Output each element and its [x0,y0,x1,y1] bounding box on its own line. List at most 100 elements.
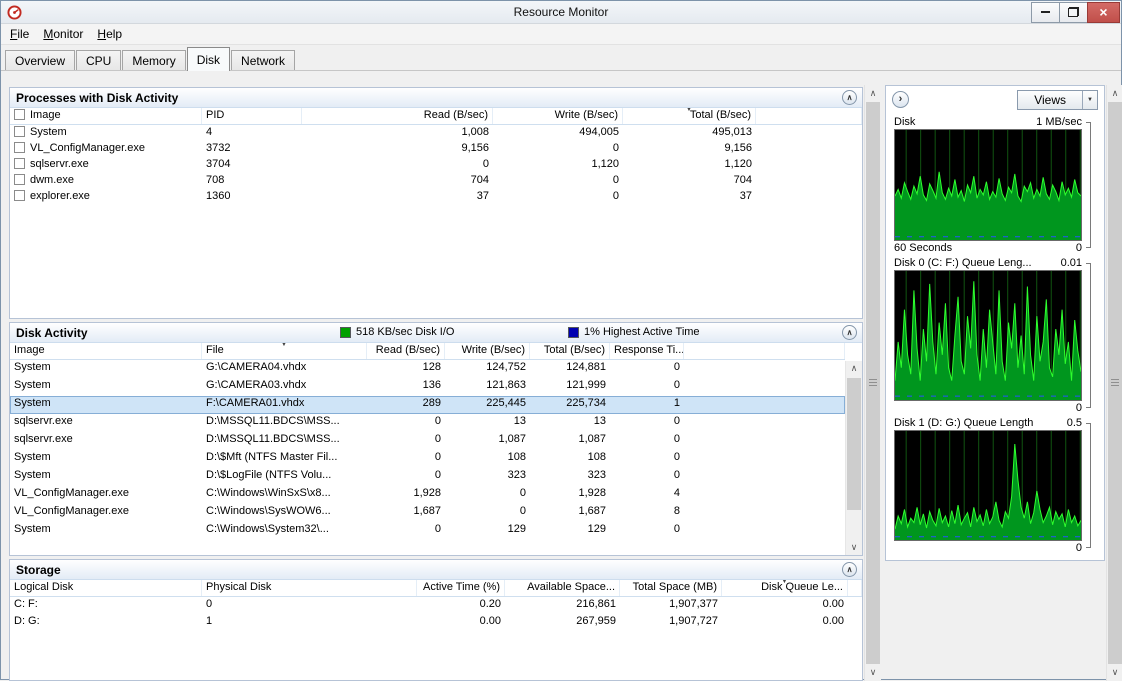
collapse-charts-button[interactable]: › [892,91,909,108]
tab-network[interactable]: Network [231,50,295,70]
menu-item-file[interactable]: File [3,25,36,43]
table-cell: 0 [367,468,445,486]
column-header[interactable]: Disk Queue Le...▼ [722,580,848,596]
table-row[interactable]: sqlservr.exe370401,1201,120 [10,157,862,173]
processes-panel-header[interactable]: Processes with Disk Activity ∧ [10,88,862,108]
table-cell: 0 [610,522,684,540]
collapse-panel-button[interactable]: ∧ [842,90,857,105]
table-cell: 0 [445,504,530,522]
column-header[interactable]: Write (B/sec) [445,343,530,359]
table-row[interactable]: sqlservr.exeD:\MSSQL11.BDCS\MSS...01,087… [10,432,845,450]
column-header[interactable]: Total (B/sec)▼ [623,108,756,124]
minimize-button[interactable] [1031,2,1060,23]
charts-scrollbar[interactable]: ∧ ∨ [1106,85,1122,681]
scroll-down-arrow[interactable]: ∨ [846,540,862,555]
table-cell: 323 [530,468,610,486]
close-button[interactable]: × [1087,2,1120,23]
table-cell: 124,881 [530,360,610,378]
table-cell: explorer.exe [10,189,202,205]
column-header[interactable]: Available Space... [505,580,620,596]
sort-indicator-icon: ▼ [686,108,692,114]
disk-table-scrollbar[interactable]: ∧ ∨ [845,361,862,555]
table-cell: 216,861 [505,597,620,614]
table-cell: 704 [302,173,493,189]
table-cell: System [10,125,202,141]
tab-memory[interactable]: Memory [122,50,185,70]
table-row[interactable]: System41,008494,005495,013 [10,125,862,141]
collapse-panel-button[interactable]: ∧ [842,562,857,577]
table-cell: 0 [610,414,684,432]
table-row[interactable]: SystemD:\$Mft (NTFS Master Fil...0108108… [10,450,845,468]
column-header[interactable]: Physical Disk [202,580,417,596]
table-row[interactable]: explorer.exe136037037 [10,189,862,205]
column-header[interactable]: File▼ [202,343,367,359]
table-row[interactable]: SystemG:\CAMERA03.vhdx136121,863121,9990 [10,378,845,396]
disk-io-swatch-icon [340,327,351,338]
main-scrollbar[interactable]: ∧ ∨ [864,85,881,681]
table-cell: 108 [530,450,610,468]
table-row[interactable]: sqlservr.exeD:\MSSQL11.BDCS\MSS...013130 [10,414,845,432]
row-checkbox[interactable] [14,126,25,137]
table-row[interactable]: D: G:10.00267,9591,907,7270.00 [10,614,862,631]
scroll-up-arrow[interactable]: ∧ [865,85,881,102]
row-checkbox[interactable] [14,158,25,169]
scrollbar-thumb[interactable] [1108,102,1122,664]
column-header[interactable]: Read (B/sec) [302,108,493,124]
column-header[interactable]: Response Ti... [610,343,684,359]
table-cell: 1,087 [445,432,530,450]
table-cell: 0 [493,173,623,189]
column-header[interactable]: Image [10,343,202,359]
table-header: ImagePIDRead (B/sec)Write (B/sec)Total (… [10,108,862,125]
chevron-up-icon: ∧ [847,329,853,337]
table-row[interactable]: VL_ConfigManager.exe37329,15609,156 [10,141,862,157]
scroll-up-arrow[interactable]: ∧ [1107,85,1122,102]
tab-overview[interactable]: Overview [5,50,75,70]
table-cell: 37 [623,189,756,205]
table-cell: 708 [202,173,302,189]
select-all-checkbox[interactable] [14,109,25,120]
scrollbar-thumb[interactable] [866,102,880,664]
table-cell: 0 [493,189,623,205]
table-row[interactable]: dwm.exe7087040704 [10,173,862,189]
row-checkbox[interactable] [14,142,25,153]
views-button[interactable]: Views ▼ [1017,90,1098,110]
row-checkbox[interactable] [14,174,25,185]
table-row[interactable]: C: F:00.20216,8611,907,3770.00 [10,597,862,614]
tab-cpu[interactable]: CPU [76,50,121,70]
maximize-button[interactable] [1059,2,1088,23]
scroll-up-arrow[interactable]: ∧ [846,361,862,376]
column-header[interactable]: Total (B/sec) [530,343,610,359]
column-header[interactable]: Write (B/sec) [493,108,623,124]
table-row[interactable]: SystemC:\Windows\System32\...01291290 [10,522,845,540]
scrollbar-thumb[interactable] [847,378,861,510]
table-cell: 9,156 [302,141,493,157]
table-cell: 9,156 [623,141,756,157]
scroll-down-arrow[interactable]: ∨ [1107,664,1122,681]
menu-item-monitor[interactable]: Monitor [36,25,90,43]
table-row[interactable]: SystemG:\CAMERA04.vhdx128124,752124,8810 [10,360,845,378]
table-cell: D:\$LogFile (NTFS Volu... [202,468,367,486]
column-header[interactable]: Logical Disk [10,580,202,596]
column-header[interactable]: Image [10,108,202,124]
column-header[interactable]: Total Space (MB) [620,580,722,596]
storage-panel-header[interactable]: Storage ∧ [10,560,862,580]
table-cell: 0 [610,468,684,486]
column-header[interactable]: Read (B/sec) [367,343,445,359]
column-header[interactable]: PID [202,108,302,124]
table-row[interactable]: SystemF:\CAMERA01.vhdx289225,445225,7341 [10,396,845,414]
row-checkbox[interactable] [14,190,25,201]
scroll-down-arrow[interactable]: ∨ [865,664,881,681]
table-row[interactable]: SystemD:\$LogFile (NTFS Volu...03233230 [10,468,845,486]
column-header[interactable]: Active Time (%) [417,580,505,596]
collapse-panel-button[interactable]: ∧ [842,325,857,340]
table-cell: VL_ConfigManager.exe [10,141,202,157]
close-icon: × [1099,5,1107,19]
table-cell: 128 [367,360,445,378]
table-cell: 495,013 [623,125,756,141]
menu-item-help[interactable]: Help [90,25,129,43]
table-row[interactable]: VL_ConfigManager.exeC:\Windows\WinSxS\x8… [10,486,845,504]
tab-disk[interactable]: Disk [187,47,230,71]
table-cell: 267,959 [505,614,620,631]
disk-activity-panel-header[interactable]: Disk Activity 518 KB/sec Disk I/O 1% Hig… [10,323,862,343]
table-row[interactable]: VL_ConfigManager.exeC:\Windows\SysWOW6..… [10,504,845,522]
